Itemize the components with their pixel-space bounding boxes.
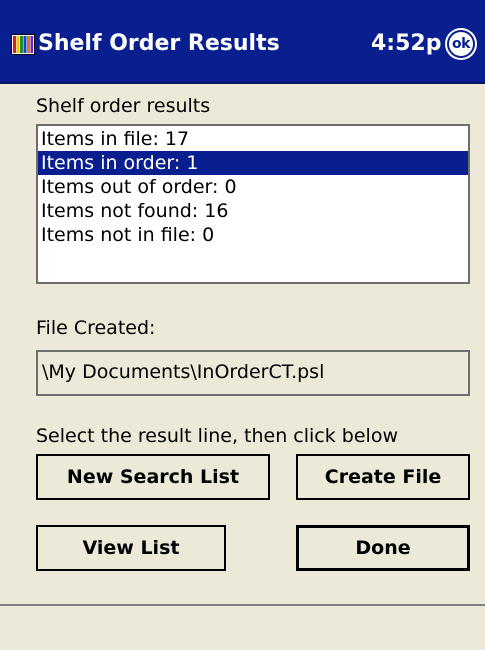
results-label: Shelf order results (36, 95, 211, 117)
results-listbox[interactable]: Items in file: 17 Items in order: 1 Items … (36, 124, 470, 284)
view-list-button[interactable]: View List (36, 525, 226, 571)
clock[interactable]: 4:52p (371, 30, 441, 58)
new-search-list-button[interactable]: New Search List (36, 454, 270, 500)
results-list-item[interactable]: Items not found: 16 (38, 199, 468, 223)
window-title: Shelf Order Results (38, 31, 280, 56)
title-bar: Shelf Order Results 4:52p ok (0, 0, 485, 84)
results-list-item[interactable]: Items in file: 17 (38, 127, 468, 151)
shelf-order-app-icon (11, 34, 35, 55)
ok-button[interactable]: ok (447, 30, 475, 58)
done-button[interactable]: Done (296, 525, 470, 571)
instructions-text: Select the result line, then click below (36, 425, 398, 447)
create-file-button[interactable]: Create File (296, 454, 470, 500)
pocket-pc-screen: Shelf Order Results 4:52p ok Shelf order… (0, 0, 485, 650)
results-list-item[interactable]: Items not in file: 0 (38, 223, 468, 247)
file-path-field[interactable]: \My Documents\InOrderCT.psl (36, 350, 470, 396)
command-bar (0, 604, 485, 650)
file-created-label: File Created: (36, 317, 156, 339)
results-list-item[interactable]: Items out of order: 0 (38, 175, 468, 199)
results-list-item[interactable]: Items in order: 1 (38, 151, 468, 175)
